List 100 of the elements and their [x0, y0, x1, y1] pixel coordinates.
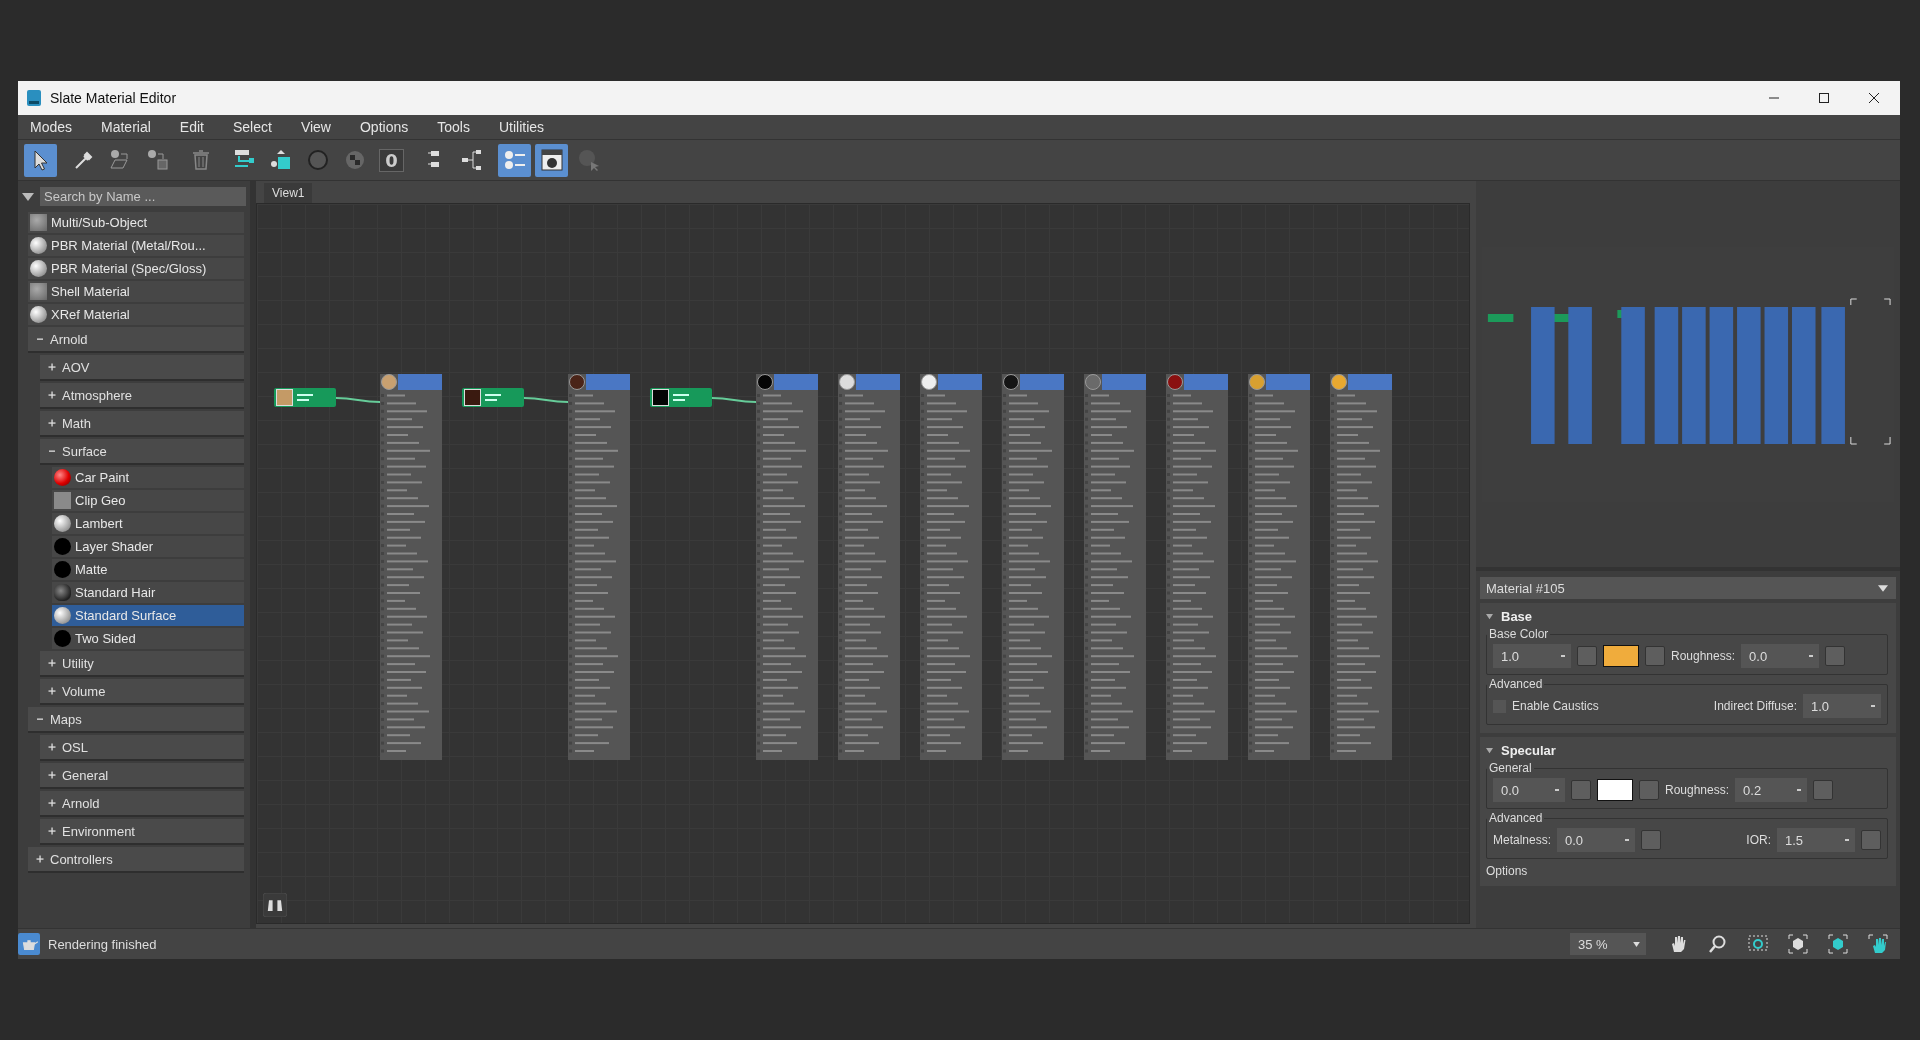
expand-icon[interactable] — [48, 771, 56, 779]
field-label: Indirect Diffuse: — [1713, 699, 1797, 713]
status-message: Rendering finished — [48, 936, 157, 952]
teapot-icon — [18, 933, 40, 955]
browser-entry[interactable]: Car Paint — [52, 467, 244, 488]
browser-entry[interactable]: Layer Shader — [52, 536, 244, 557]
category-header[interactable]: Math — [40, 411, 244, 437]
expand-icon[interactable] — [48, 799, 56, 807]
category-label: Utility — [62, 655, 94, 671]
pan-selected-icon[interactable] — [1868, 934, 1888, 954]
zoom-icon[interactable] — [1708, 934, 1728, 954]
group-label: Base Color — [1488, 627, 1550, 641]
map-node[interactable] — [462, 388, 524, 407]
material-swatch-icon — [30, 214, 47, 231]
checker-window-icon — [539, 148, 564, 172]
spinner-field[interactable]: 1.5 — [1777, 828, 1855, 852]
browser-entry[interactable]: Standard Hair — [52, 582, 244, 603]
spinner-field[interactable]: 0.0 — [1741, 644, 1820, 668]
spinner-field[interactable]: 0.0 — [1493, 778, 1565, 802]
rollout-header[interactable]: Specular — [1486, 739, 1888, 761]
node-header — [1102, 374, 1146, 390]
binoculars-icon[interactable] — [263, 893, 287, 917]
category-header[interactable]: Volume — [40, 679, 244, 705]
material-dropdown[interactable]: Material #105 — [1480, 577, 1896, 599]
zoom-dropdown[interactable]: 35 % — [1570, 933, 1646, 955]
expand-icon[interactable] — [48, 659, 56, 667]
category-header[interactable]: Environment — [40, 819, 244, 845]
menu-item[interactable]: Options — [359, 119, 426, 135]
category-header[interactable]: Surface — [40, 439, 244, 465]
zoom-extents-selected-icon[interactable] — [1828, 934, 1848, 954]
map-label-drawing — [297, 394, 313, 401]
checkbox-label: Enable Caustics — [1512, 699, 1599, 713]
dropdown-arrow-icon[interactable] — [22, 192, 34, 201]
toolbar-button[interactable] — [24, 143, 57, 177]
node-list-icon — [502, 148, 527, 172]
browser-entry[interactable]: Multi/Sub-Object — [28, 212, 244, 233]
material-swatch-icon — [54, 469, 71, 486]
map-node[interactable] — [274, 388, 336, 407]
category-label: OSL — [62, 739, 88, 755]
material-swatch-icon — [54, 584, 71, 601]
menu-item[interactable]: Edit — [179, 119, 221, 135]
zoom-extents-icon[interactable] — [1788, 934, 1808, 954]
rollout-header[interactable]: Base — [1486, 605, 1888, 627]
node-header — [398, 374, 442, 390]
category-header[interactable]: Controllers — [28, 847, 244, 873]
expand-icon[interactable] — [48, 687, 56, 695]
rollout-title: Base — [1501, 608, 1533, 624]
material-swatch-icon — [54, 492, 71, 509]
category-header[interactable]: Utility — [40, 651, 244, 677]
menu-item[interactable]: Modes — [30, 119, 90, 135]
node-header — [1020, 374, 1064, 390]
browser-entry[interactable]: Lambert — [52, 513, 244, 534]
browser-entry[interactable]: Clip Geo — [52, 490, 244, 511]
menu-item[interactable]: View — [300, 119, 348, 135]
material-swatch-icon — [54, 538, 71, 555]
expand-icon[interactable] — [48, 363, 56, 371]
browser-entry[interactable]: PBR Material (Spec/Gloss) — [28, 258, 244, 279]
zoom-region-icon[interactable] — [1748, 934, 1768, 954]
browser-entry[interactable]: Standard Surface — [52, 605, 244, 626]
toolbar-button[interactable] — [535, 143, 568, 177]
node-header — [586, 374, 630, 390]
menu-item[interactable]: Tools — [437, 119, 487, 135]
category-header[interactable]: Maps — [28, 707, 244, 733]
spinner-field[interactable]: 1.0 — [1493, 644, 1571, 668]
spinner-field[interactable]: 0.0 — [1557, 828, 1636, 852]
category-header[interactable]: General — [40, 763, 244, 789]
browser-entry[interactable]: PBR Material (Metal/Rou... — [28, 235, 244, 256]
toolbar-button[interactable] — [498, 143, 531, 177]
view-tab[interactable]: View1 — [264, 183, 313, 203]
close-icon[interactable] — [1868, 92, 1880, 104]
browser-entry[interactable]: Matte — [52, 559, 244, 580]
expand-icon[interactable] — [48, 743, 56, 751]
map-label-drawing — [485, 394, 501, 401]
spinner-field[interactable]: 0.2 — [1735, 778, 1808, 802]
dark-sphere-icon — [305, 148, 330, 172]
category-header[interactable]: Arnold — [40, 791, 244, 817]
menu-item[interactable]: Material — [101, 119, 168, 135]
search-field[interactable]: Search by Name ... — [40, 187, 246, 206]
color-swatch[interactable] — [1603, 645, 1639, 667]
browser-entry[interactable]: XRef Material — [28, 304, 244, 325]
spinner-field[interactable]: 1.0 — [1803, 694, 1881, 718]
expand-icon[interactable] — [48, 827, 56, 835]
browser-entry[interactable]: Two Sided — [52, 628, 244, 649]
map-node[interactable] — [650, 388, 712, 407]
category-header[interactable]: Arnold — [28, 327, 244, 353]
node-tree-icon — [459, 148, 484, 172]
category-header[interactable]: OSL — [40, 735, 244, 761]
color-swatch[interactable] — [1597, 779, 1633, 801]
maximize-icon[interactable] — [1818, 92, 1830, 104]
expand-icon[interactable] — [36, 855, 44, 863]
menu-item[interactable]: Utilities — [498, 119, 562, 135]
menu-item[interactable]: Select — [232, 119, 289, 135]
material-swatch-icon — [30, 306, 47, 323]
category-header[interactable]: AOV — [40, 355, 244, 381]
expand-icon[interactable] — [48, 419, 56, 427]
category-label: AOV — [62, 359, 90, 375]
expand-icon[interactable] — [48, 391, 56, 399]
pick-material-icon — [145, 148, 170, 172]
browser-entry[interactable]: Shell Material — [28, 281, 244, 302]
category-header[interactable]: Atmosphere — [40, 383, 244, 409]
